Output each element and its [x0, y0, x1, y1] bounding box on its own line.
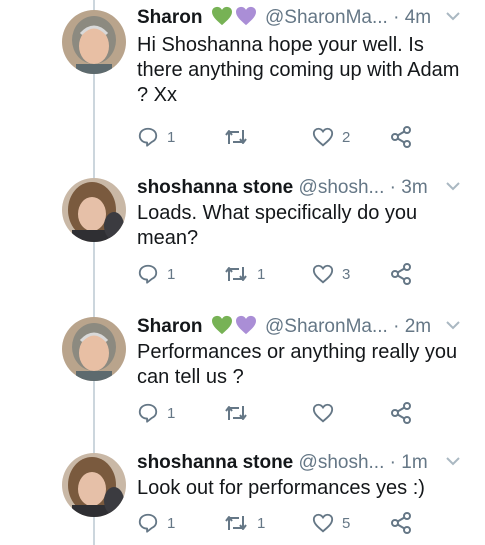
tweet-2[interactable]: shoshanna stone @shosh... · 3m Loads. Wh… [0, 170, 485, 307]
display-name[interactable]: shoshanna stone [137, 177, 293, 198]
retweet-button[interactable] [223, 401, 257, 425]
tweet-actions: 1 1 5 [137, 511, 437, 535]
chevron-down-icon[interactable] [443, 178, 463, 194]
tweet-4[interactable]: shoshanna stone @shosh... · 1m Look out … [0, 445, 485, 545]
tweet-actions: 1 [137, 401, 437, 425]
display-name[interactable]: Sharon [137, 316, 202, 337]
reply-button[interactable]: 1 [137, 511, 175, 535]
chevron-down-icon[interactable] [443, 453, 463, 469]
avatar[interactable] [62, 10, 126, 74]
timestamp[interactable]: 3m [401, 177, 427, 198]
like-button[interactable]: 3 [312, 262, 350, 286]
reply-count: 1 [167, 128, 176, 146]
share-button[interactable] [389, 262, 413, 286]
reply-button[interactable]: 1 [137, 401, 175, 425]
emoji-hearts [211, 315, 257, 335]
retweet-icon [225, 267, 247, 281]
share-icon [391, 126, 411, 148]
time-separator: · [393, 7, 405, 28]
avatar[interactable] [62, 453, 126, 517]
reply-count: 1 [167, 265, 176, 283]
retweet-button[interactable]: 1 [223, 511, 265, 535]
retweet-button[interactable]: 1 [223, 262, 265, 286]
time-separator: · [393, 316, 405, 337]
reply-icon [138, 264, 158, 284]
display-name[interactable]: shoshanna stone [137, 452, 293, 473]
reply-icon [138, 403, 158, 423]
like-count: 3 [342, 265, 351, 283]
tweet-3[interactable]: Sharon @SharonMa... · 2m Performances or… [0, 309, 485, 444]
retweet-count: 1 [257, 514, 266, 532]
heart-icon [312, 403, 334, 423]
share-button[interactable] [389, 125, 413, 149]
tweet-actions: 1 1 3 [137, 262, 437, 286]
like-button[interactable] [312, 401, 342, 425]
share-button[interactable] [389, 511, 413, 535]
heart-icon [312, 127, 334, 147]
share-icon [391, 512, 411, 534]
time-separator: · [389, 177, 402, 198]
retweet-icon [225, 516, 247, 530]
like-button[interactable]: 2 [312, 125, 350, 149]
tweet-header: shoshanna stone @shosh... · 3m [137, 176, 467, 200]
tweet-actions: 1 2 [137, 125, 437, 149]
retweet-icon [225, 130, 247, 144]
tweet-header: Sharon @SharonMa... · 4m [137, 6, 467, 30]
chevron-down-icon[interactable] [443, 8, 463, 24]
handle[interactable]: @shosh... [299, 452, 385, 473]
reply-count: 1 [167, 404, 176, 422]
like-button[interactable]: 5 [312, 511, 350, 535]
like-count: 5 [342, 514, 351, 532]
timestamp[interactable]: 2m [405, 316, 431, 337]
timestamp[interactable]: 4m [405, 7, 431, 28]
share-icon [391, 263, 411, 285]
retweet-count: 1 [257, 265, 266, 283]
time-separator: · [389, 452, 402, 473]
like-count: 2 [342, 128, 351, 146]
chevron-down-icon[interactable] [443, 317, 463, 333]
handle[interactable]: @shosh... [299, 177, 385, 198]
purple-heart-icon [235, 6, 256, 26]
emoji-hearts [211, 6, 257, 26]
reply-icon [138, 127, 158, 147]
share-button[interactable] [389, 401, 413, 425]
reply-icon [138, 513, 158, 533]
reply-count: 1 [167, 514, 176, 532]
timestamp[interactable]: 1m [401, 452, 427, 473]
avatar[interactable] [62, 317, 126, 381]
tweet-text: Hi Shoshanna hope your well. Is there an… [137, 34, 460, 106]
tweet-text: Performances or anything really you can … [137, 341, 458, 388]
purple-heart-icon [235, 315, 256, 335]
handle[interactable]: @SharonMa... [265, 7, 388, 28]
green-heart-icon [211, 315, 232, 335]
handle[interactable]: @SharonMa... [265, 316, 388, 337]
tweet-text: Loads. What specifically do you mean? [137, 202, 418, 249]
tweet-header: shoshanna stone @shosh... · 1m [137, 451, 467, 475]
retweet-icon [225, 406, 247, 420]
display-name[interactable]: Sharon [137, 7, 202, 28]
share-icon [391, 402, 411, 424]
reply-button[interactable]: 1 [137, 262, 175, 286]
tweet-1[interactable]: Sharon @SharonMa... · 4m Hi Shoshanna ho… [0, 0, 485, 170]
tweet-header: Sharon @SharonMa... · 2m [137, 315, 467, 339]
heart-icon [312, 264, 334, 284]
retweet-button[interactable] [223, 125, 257, 149]
green-heart-icon [211, 6, 232, 26]
heart-icon [312, 513, 334, 533]
reply-button[interactable]: 1 [137, 125, 175, 149]
tweet-text: Look out for performances yes :) [137, 477, 425, 499]
avatar[interactable] [62, 178, 126, 242]
